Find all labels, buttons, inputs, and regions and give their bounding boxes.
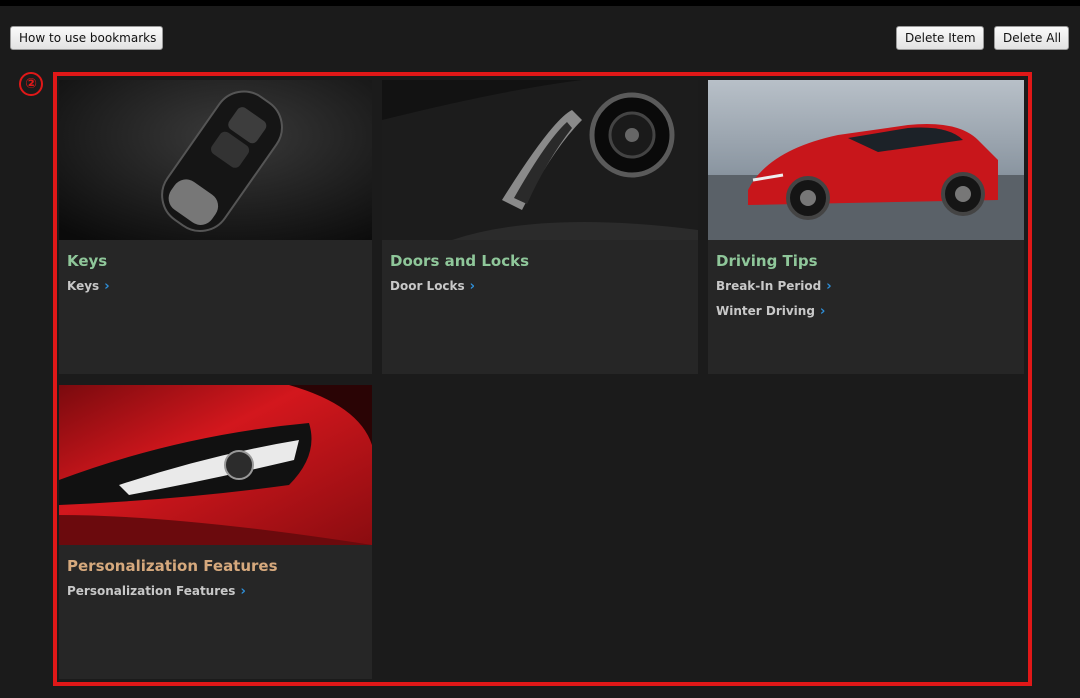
how-to-use-bookmarks-button[interactable]: How to use bookmarks bbox=[10, 26, 163, 50]
bookmark-tile-keys[interactable]: Keys Keys › bbox=[59, 80, 372, 374]
bookmark-tile-doors-and-locks[interactable]: Doors and Locks Door Locks › bbox=[382, 80, 698, 374]
tile-title: Doors and Locks bbox=[390, 252, 530, 270]
door-handle-interior-image bbox=[382, 80, 698, 240]
delete-item-button[interactable]: Delete Item bbox=[896, 26, 984, 50]
chevron-right-icon: › bbox=[240, 584, 246, 599]
smart-key-fob-image bbox=[59, 80, 372, 240]
tile-title: Personalization Features bbox=[67, 557, 278, 575]
bookmark-link-door-locks[interactable]: Door Locks › bbox=[390, 279, 475, 294]
red-suv-driving-image bbox=[708, 80, 1024, 240]
bookmark-tile-personalization-features[interactable]: Personalization Features Personalization… bbox=[59, 385, 372, 679]
bookmark-link-winter-driving[interactable]: Winter Driving › bbox=[716, 304, 825, 319]
delete-all-button[interactable]: Delete All bbox=[994, 26, 1069, 50]
link-label: Keys bbox=[67, 279, 100, 293]
bookmark-link-break-in-period[interactable]: Break-In Period › bbox=[716, 279, 832, 294]
top-bar bbox=[0, 0, 1080, 6]
bookmark-tile-driving-tips[interactable]: Driving Tips Break-In Period › Winter Dri… bbox=[708, 80, 1024, 374]
chevron-right-icon: › bbox=[819, 304, 826, 319]
chevron-right-icon: › bbox=[469, 279, 476, 294]
chevron-right-icon: › bbox=[826, 279, 832, 294]
chevron-right-icon: › bbox=[104, 279, 110, 294]
tile-title: Driving Tips bbox=[716, 252, 818, 270]
callout-marker: ② bbox=[19, 72, 43, 96]
bookmark-link-personalization-features[interactable]: Personalization Features › bbox=[67, 584, 246, 599]
link-label: Door Locks bbox=[390, 279, 465, 293]
red-car-headlight-image bbox=[59, 385, 372, 545]
bookmarks-page: How to use bookmarks Delete Item Delete … bbox=[0, 0, 1080, 698]
link-label: Break-In Period bbox=[716, 279, 822, 293]
link-label: Winter Driving bbox=[716, 304, 815, 318]
link-label: Personalization Features bbox=[67, 584, 236, 598]
tile-title: Keys bbox=[67, 252, 108, 270]
bookmark-link-keys[interactable]: Keys › bbox=[67, 279, 110, 294]
